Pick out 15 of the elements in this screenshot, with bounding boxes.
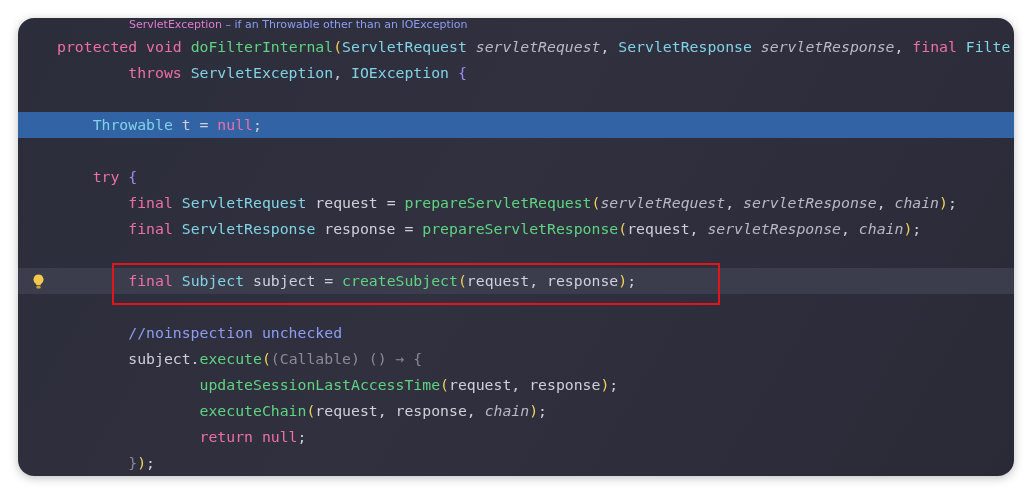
doc-comment-line: ServletException – if an Throwable other than an IOException (129, 18, 468, 31)
code-line: Throwable t = null; (92, 116, 262, 133)
code-line: protected void doFilterInternal(ServletRequest servletRequest, ServletResponse servletResponse, final Filte (57, 38, 1011, 55)
lightbulb-icon[interactable] (33, 273, 44, 289)
code-line: try { (92, 168, 138, 185)
code-line: }); (128, 454, 156, 471)
code-line: updateSessionLastAccessTime(request, response); (199, 376, 619, 393)
code-line: final ServletResponse response = prepareServletResponse(request, servletResponse, chain); (128, 220, 922, 237)
code-line: executeChain(request, response, chain); (199, 402, 547, 419)
code-line: final ServletRequest request = prepareServletRequest(servletRequest, servletResponse, chain); (128, 194, 957, 211)
code-line: subject.execute((Callable) () → { (128, 350, 423, 367)
code-line: return null; (199, 428, 307, 445)
code-line: final Subject subject = createSubject(request, response); (128, 272, 637, 289)
code-line: //noinspection unchecked (128, 324, 343, 341)
code-line: throws ServletException, IOException { (128, 64, 467, 81)
